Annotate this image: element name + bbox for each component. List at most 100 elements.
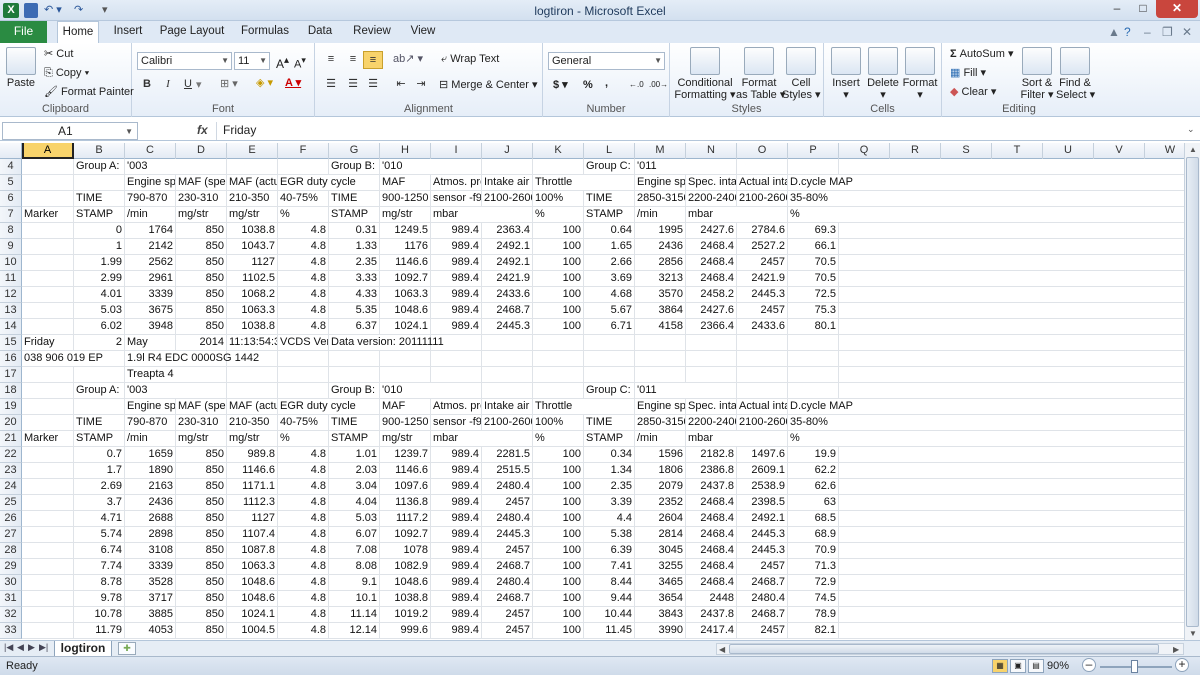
- cell-D18[interactable]: [176, 383, 227, 398]
- cell-F16[interactable]: [278, 351, 329, 366]
- autosum-button[interactable]: Σ AutoSum ▾: [950, 48, 1014, 61]
- merge-center-button[interactable]: ⊟ Merge & Center ▾: [439, 79, 538, 92]
- cell-H14[interactable]: 1024.1: [380, 319, 431, 334]
- cell-M16[interactable]: [635, 351, 686, 366]
- tab-view[interactable]: View: [406, 21, 440, 43]
- paste-button[interactable]: Paste: [4, 47, 38, 89]
- cell-M24[interactable]: 2079: [635, 479, 686, 494]
- cell-D25[interactable]: 850: [176, 495, 227, 510]
- cell-I26[interactable]: 989.4: [431, 511, 482, 526]
- cell-B11[interactable]: 2.99: [74, 271, 125, 286]
- column-header-J[interactable]: J: [482, 143, 533, 159]
- cell-L26[interactable]: 4.4: [584, 511, 635, 526]
- cell-C4[interactable]: '003: [125, 159, 176, 174]
- cell-A6[interactable]: [22, 191, 74, 206]
- doc-restore-icon[interactable]: ❐: [1162, 25, 1173, 39]
- cell-L10[interactable]: 2.66: [584, 255, 635, 270]
- cell-E29[interactable]: 1063.3: [227, 559, 278, 574]
- cell-D8[interactable]: 850: [176, 223, 227, 238]
- cell-I30[interactable]: 989.4: [431, 575, 482, 590]
- sort-filter-button[interactable]: Sort & Filter ▾: [1018, 47, 1056, 101]
- column-header-B[interactable]: B: [74, 143, 125, 159]
- cell-C32[interactable]: 3885: [125, 607, 176, 622]
- percent-button[interactable]: %: [583, 79, 593, 92]
- cell-C7[interactable]: /min: [125, 207, 176, 222]
- cell-O18[interactable]: [737, 383, 788, 398]
- cell-K12[interactable]: 100: [533, 287, 584, 302]
- cell-M19[interactable]: Engine spe: [635, 399, 686, 414]
- cell-I25[interactable]: 989.4: [431, 495, 482, 510]
- cell-B29[interactable]: 7.74: [74, 559, 125, 574]
- cell-L15[interactable]: [584, 335, 635, 350]
- cell-G9[interactable]: 1.33: [329, 239, 380, 254]
- cell-J26[interactable]: 2480.4: [482, 511, 533, 526]
- row-header[interactable]: 28: [0, 543, 22, 559]
- last-sheet-icon[interactable]: ▶|: [39, 642, 48, 653]
- cell-B22[interactable]: 0.7: [74, 447, 125, 462]
- column-header-S[interactable]: S: [941, 143, 992, 159]
- cell-D7[interactable]: mg/str: [176, 207, 227, 222]
- column-header-H[interactable]: H: [380, 143, 431, 159]
- clear-button[interactable]: ◆ Clear ▾: [950, 86, 996, 99]
- cell-H31[interactable]: 1038.8: [380, 591, 431, 606]
- scroll-left-icon[interactable]: ◀: [719, 645, 725, 654]
- cell-L6[interactable]: TIME: [584, 191, 635, 206]
- cell-P9[interactable]: 66.1: [788, 239, 839, 254]
- cell-N4[interactable]: [686, 159, 737, 174]
- cell-K4[interactable]: [533, 159, 584, 174]
- insert-sheet-icon[interactable]: ✚: [118, 642, 136, 655]
- cell-N12[interactable]: 2458.2: [686, 287, 737, 302]
- cell-O23[interactable]: 2609.1: [737, 463, 788, 478]
- cell-H17[interactable]: [380, 367, 431, 382]
- cell-A13[interactable]: [22, 303, 74, 318]
- cell-K14[interactable]: 100: [533, 319, 584, 334]
- cell-L12[interactable]: 4.68: [584, 287, 635, 302]
- cell-O26[interactable]: 2492.1: [737, 511, 788, 526]
- cell-I11[interactable]: 989.4: [431, 271, 482, 286]
- cell-E22[interactable]: 989.8: [227, 447, 278, 462]
- cell-F17[interactable]: [278, 367, 329, 382]
- tab-file[interactable]: File: [0, 21, 47, 43]
- cell-P33[interactable]: 82.1: [788, 623, 839, 638]
- cell-D31[interactable]: 850: [176, 591, 227, 606]
- chevron-down-icon[interactable]: ▼: [125, 124, 133, 140]
- cell-N33[interactable]: 2417.4: [686, 623, 737, 638]
- cell-J6[interactable]: 2100-2600: [482, 191, 533, 206]
- cell-O7[interactable]: [737, 207, 788, 222]
- comma-button[interactable]: ,: [605, 77, 608, 90]
- cell-G10[interactable]: 2.35: [329, 255, 380, 270]
- cell-K10[interactable]: 100: [533, 255, 584, 270]
- cell-C6[interactable]: 790-870: [125, 191, 176, 206]
- row-header[interactable]: 25: [0, 495, 22, 511]
- row-header[interactable]: 14: [0, 319, 22, 335]
- cell-P19[interactable]: D.cycle MAP: [788, 399, 853, 414]
- cell-I9[interactable]: 989.4: [431, 239, 482, 254]
- vertical-scrollbar[interactable]: ▲ ▼: [1184, 143, 1200, 640]
- cell-P21[interactable]: %: [788, 431, 839, 446]
- cell-O10[interactable]: 2457: [737, 255, 788, 270]
- cell-K22[interactable]: 100: [533, 447, 584, 462]
- column-header-O[interactable]: O: [737, 143, 788, 159]
- cell-A19[interactable]: [22, 399, 74, 414]
- cell-A23[interactable]: [22, 463, 74, 478]
- cell-J12[interactable]: 2433.6: [482, 287, 533, 302]
- cell-H26[interactable]: 1117.2: [380, 511, 431, 526]
- cell-N8[interactable]: 2427.6: [686, 223, 737, 238]
- cell-O30[interactable]: 2468.7: [737, 575, 788, 590]
- cell-H5[interactable]: MAF: [380, 175, 431, 190]
- cell-P28[interactable]: 70.9: [788, 543, 839, 558]
- cell-I6[interactable]: sensor -f9: [431, 191, 482, 206]
- cell-B9[interactable]: 1: [74, 239, 125, 254]
- cell-A24[interactable]: [22, 479, 74, 494]
- cell-F26[interactable]: 4.8: [278, 511, 329, 526]
- cell-A9[interactable]: [22, 239, 74, 254]
- cell-C8[interactable]: 1764: [125, 223, 176, 238]
- row-header[interactable]: 23: [0, 463, 22, 479]
- cell-I20[interactable]: sensor -f9: [431, 415, 482, 430]
- cell-J21[interactable]: [482, 431, 533, 446]
- cell-styles-button[interactable]: Cell Styles ▾: [782, 47, 821, 101]
- cell-B8[interactable]: 0: [74, 223, 125, 238]
- cell-J28[interactable]: 2457: [482, 543, 533, 558]
- cell-O8[interactable]: 2784.6: [737, 223, 788, 238]
- cell-I7[interactable]: mbar: [431, 207, 482, 222]
